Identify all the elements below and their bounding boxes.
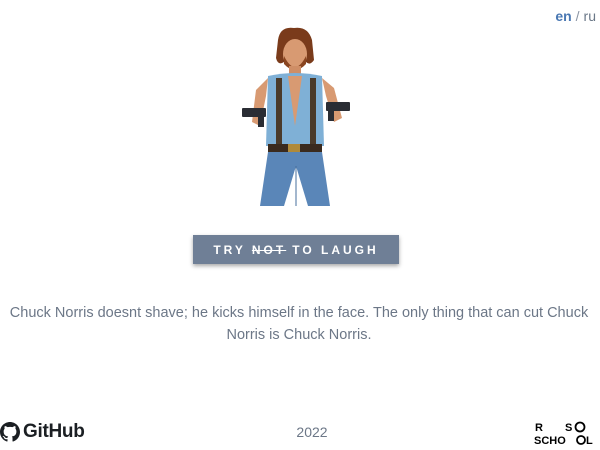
svg-text:L: L [586,435,593,446]
language-switcher: en / ru [555,8,596,24]
page: en / ru TRY NOT TO LAUGH Chuck Norris do… [0,0,600,450]
github-label: GitHub [23,421,85,442]
svg-text:S: S [565,422,572,434]
language-en-link[interactable]: en [555,8,571,24]
button-label-to-laugh: TO LAUGH [292,242,379,257]
joke-text: Chuck Norris doesnt shave; he kicks hims… [9,305,589,343]
language-ru-link[interactable]: ru [584,8,596,24]
chuck-norris-image [242,27,350,206]
svg-text:SCHO: SCHO [534,435,566,446]
github-icon [0,422,20,442]
try-not-to-laugh-button[interactable]: TRY NOT TO LAUGH [193,235,399,264]
language-separator: / [575,8,580,24]
button-label-not: NOT [251,242,287,257]
github-link[interactable]: GitHub [0,421,85,443]
svg-text:R: R [535,422,543,434]
footer-year: 2022 [296,424,328,440]
rs-school-logo[interactable]: R S SCHO L [534,420,598,446]
button-label-try: TRY [213,242,246,257]
